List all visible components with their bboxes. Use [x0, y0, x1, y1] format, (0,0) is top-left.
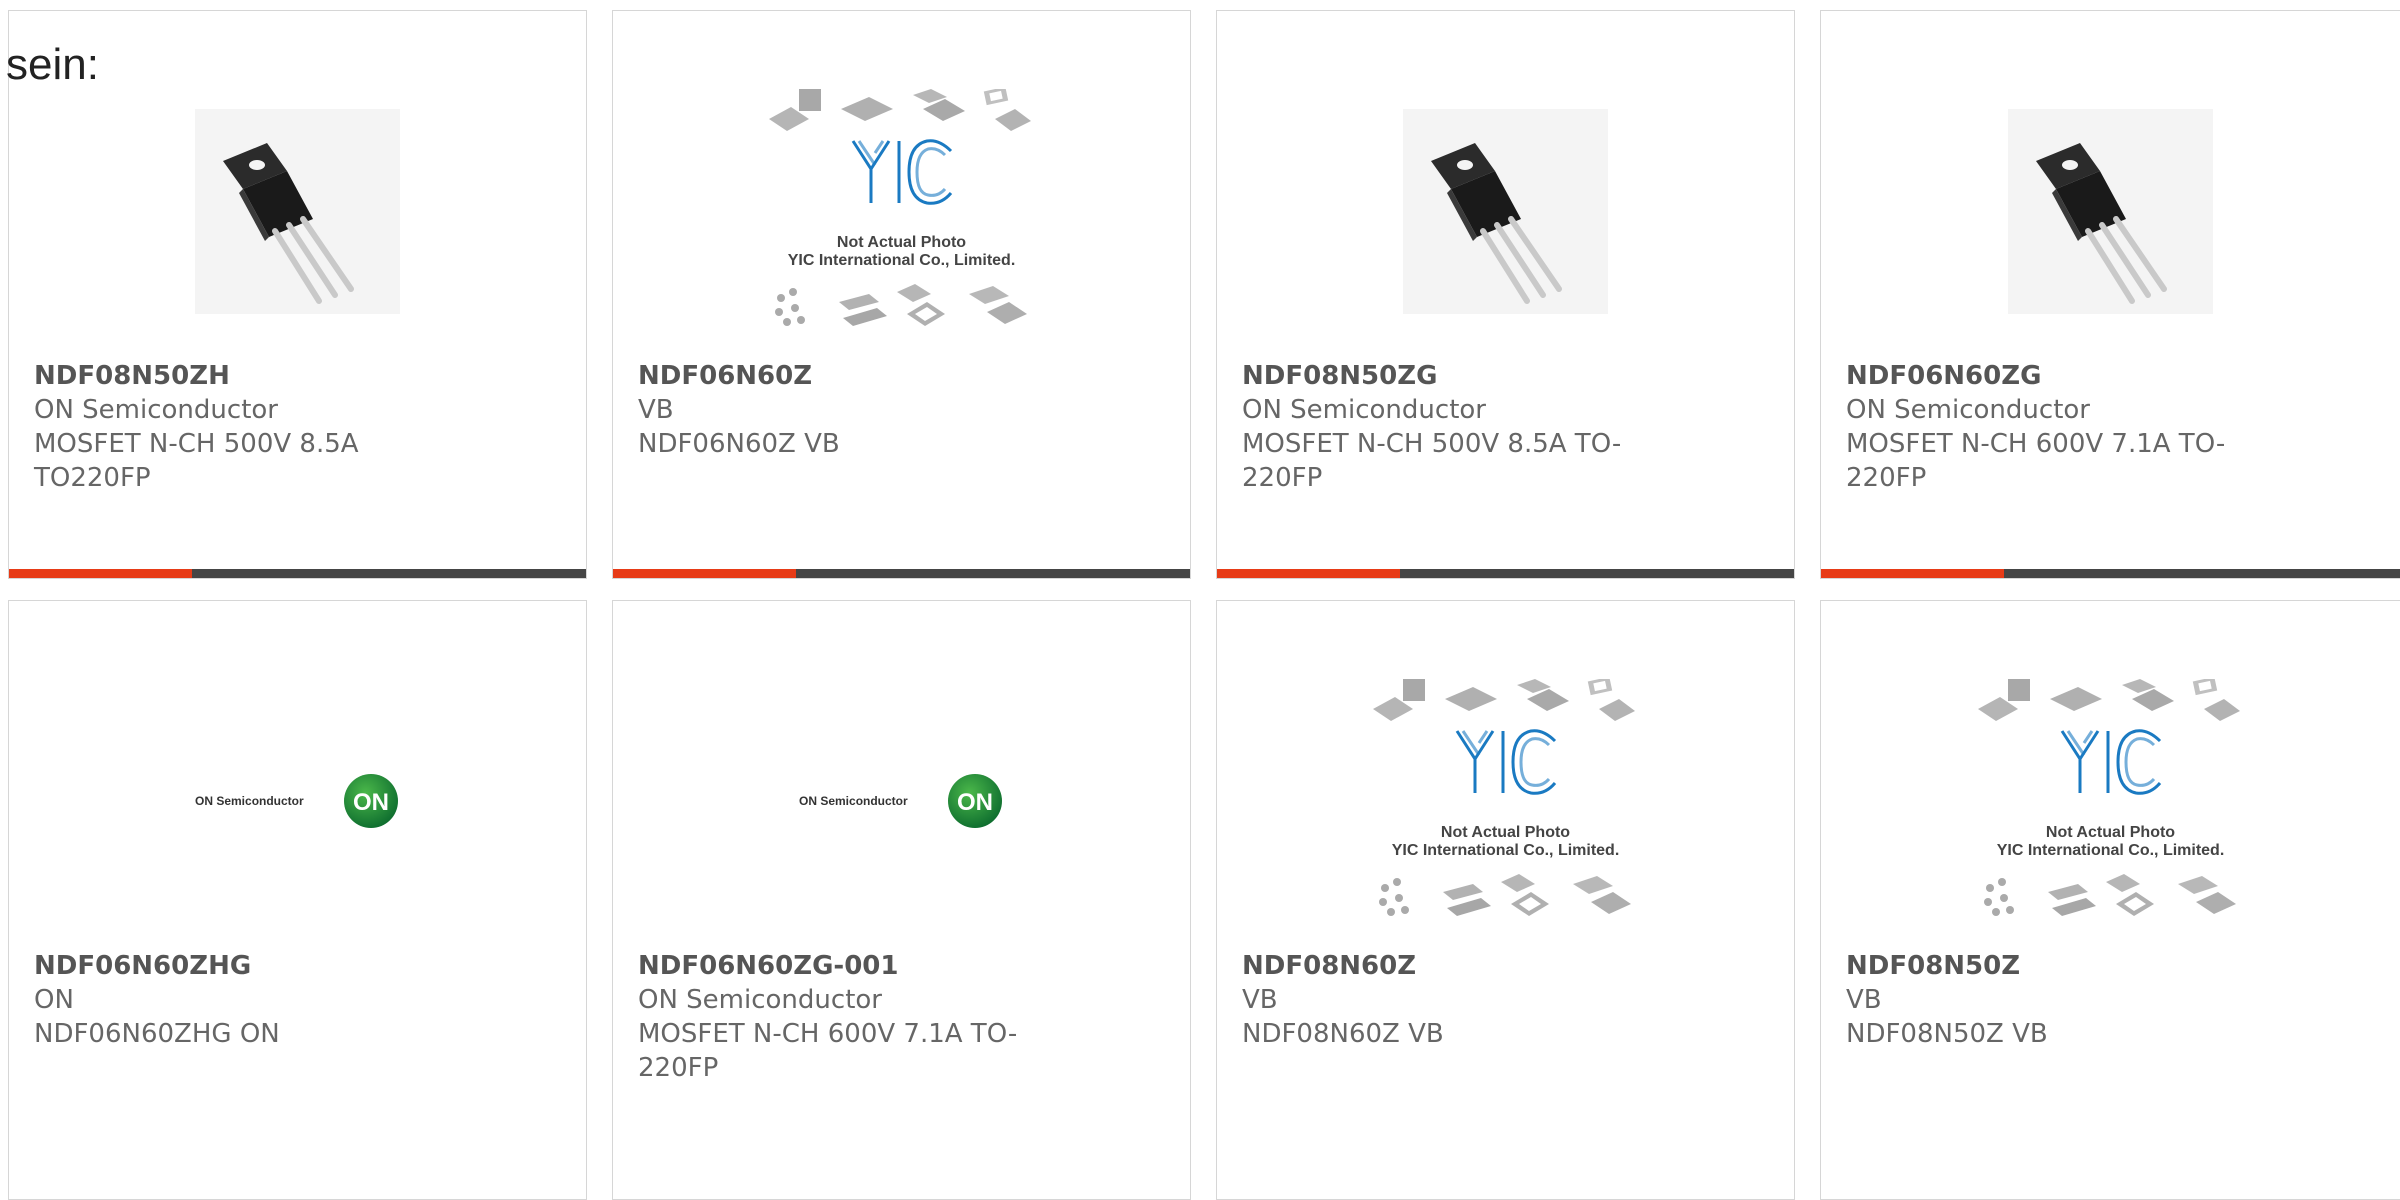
part-number-link[interactable]: NDF06N60ZHG — [34, 949, 414, 983]
description-line-1: MOSFET N-CH 600V 7.1A TO- — [638, 1019, 1018, 1049]
yic-caption-1: Not Actual Photo — [2045, 823, 2176, 841]
manufacturer: ON Semiconductor — [34, 395, 278, 425]
yic-placeholder-image[interactable]: Not Actual Photo YIC International Co., … — [769, 89, 1034, 334]
description-line-1: NDF06N60Z VB — [638, 429, 840, 459]
on-semiconductor-logo-image[interactable]: ON Semiconductor ON — [799, 766, 1004, 836]
on-badge-icon: ON — [948, 774, 1002, 828]
product-card[interactable]: Not Actual Photo YIC International Co., … — [1216, 600, 1795, 1200]
part-number-link[interactable]: NDF06N60Z — [638, 359, 1018, 393]
yic-logo-icon — [1455, 728, 1557, 795]
part-number-link[interactable]: NDF06N60ZG — [1846, 359, 2226, 393]
part-number-link[interactable]: NDF08N50ZH — [34, 359, 414, 393]
manufacturer: VB — [1846, 985, 1882, 1015]
yic-caption-1: Not Actual Photo — [836, 233, 967, 251]
product-card[interactable]: Not Actual Photo YIC International Co., … — [1820, 600, 2400, 1200]
manufacturer: ON — [34, 985, 74, 1015]
card-footer-bar — [613, 569, 1190, 578]
on-semiconductor-logo-image[interactable]: ON Semiconductor ON — [195, 766, 400, 836]
description-line-1: MOSFET N-CH 500V 8.5A — [34, 429, 359, 459]
description-line-1: NDF06N60ZHG ON — [34, 1019, 280, 1049]
description-line-1: NDF08N60Z VB — [1242, 1019, 1444, 1049]
yic-caption-1: Not Actual Photo — [1440, 823, 1571, 841]
part-number-link[interactable]: NDF08N60Z — [1242, 949, 1622, 983]
product-card[interactable]: Not Actual Photo YIC International Co., … — [612, 10, 1191, 579]
yic-placeholder-image[interactable]: Not Actual Photo YIC International Co., … — [1978, 679, 2243, 924]
description-line-2: 220FP — [638, 1053, 719, 1083]
part-number-link[interactable]: NDF08N50Z — [1846, 949, 2226, 983]
yic-caption-2: YIC International Co., Limited. — [1391, 841, 1620, 859]
transistor-image[interactable] — [1403, 108, 1608, 314]
yic-placeholder-image[interactable]: Not Actual Photo YIC International Co., … — [1373, 679, 1638, 924]
svg-text:ON: ON — [957, 789, 993, 816]
product-card[interactable]: NDF06N60ZG ON Semiconductor MOSFET N-CH … — [1820, 10, 2400, 579]
description-line-2: 220FP — [1242, 463, 1323, 493]
page-heading: sein: — [6, 40, 99, 89]
part-number-link[interactable]: NDF08N50ZG — [1242, 359, 1622, 393]
part-number-link[interactable]: NDF06N60ZG-001 — [638, 949, 1018, 983]
manufacturer: ON Semiconductor — [638, 985, 882, 1015]
description-line-1: NDF08N50Z VB — [1846, 1019, 2048, 1049]
description-line-1: MOSFET N-CH 500V 8.5A TO- — [1242, 429, 1622, 459]
product-card[interactable]: ON Semiconductor ON NDF06N60ZHG ON NDF06… — [8, 600, 587, 1200]
manufacturer: ON Semiconductor — [1242, 395, 1486, 425]
transistor-image[interactable] — [2008, 108, 2213, 314]
transistor-image[interactable] — [195, 108, 400, 314]
card-footer-bar — [9, 569, 586, 578]
card-footer-bar — [1821, 569, 2400, 578]
manufacturer: VB — [1242, 985, 1278, 1015]
yic-logo-icon — [851, 138, 953, 205]
card-footer-bar — [1217, 569, 1794, 578]
manufacturer: ON Semiconductor — [1846, 395, 2090, 425]
description-line-1: MOSFET N-CH 600V 7.1A TO- — [1846, 429, 2226, 459]
on-semiconductor-wordmark: ON Semiconductor — [195, 794, 304, 808]
yic-caption-2: YIC International Co., Limited. — [787, 251, 1016, 269]
description-line-2: 220FP — [1846, 463, 1927, 493]
on-badge-icon: ON — [344, 774, 398, 828]
description-line-2: TO220FP — [34, 463, 151, 493]
yic-logo-icon — [2060, 728, 2162, 795]
product-card[interactable]: ON Semiconductor ON NDF06N60ZG-001 ON Se… — [612, 600, 1191, 1200]
yic-caption-2: YIC International Co., Limited. — [1996, 841, 2225, 859]
product-card[interactable]: NDF08N50ZG ON Semiconductor MOSFET N-CH … — [1216, 10, 1795, 579]
on-semiconductor-wordmark: ON Semiconductor — [799, 794, 908, 808]
svg-text:ON: ON — [353, 789, 389, 816]
product-card[interactable]: NDF08N50ZH ON Semiconductor MOSFET N-CH … — [8, 10, 587, 579]
manufacturer: VB — [638, 395, 674, 425]
